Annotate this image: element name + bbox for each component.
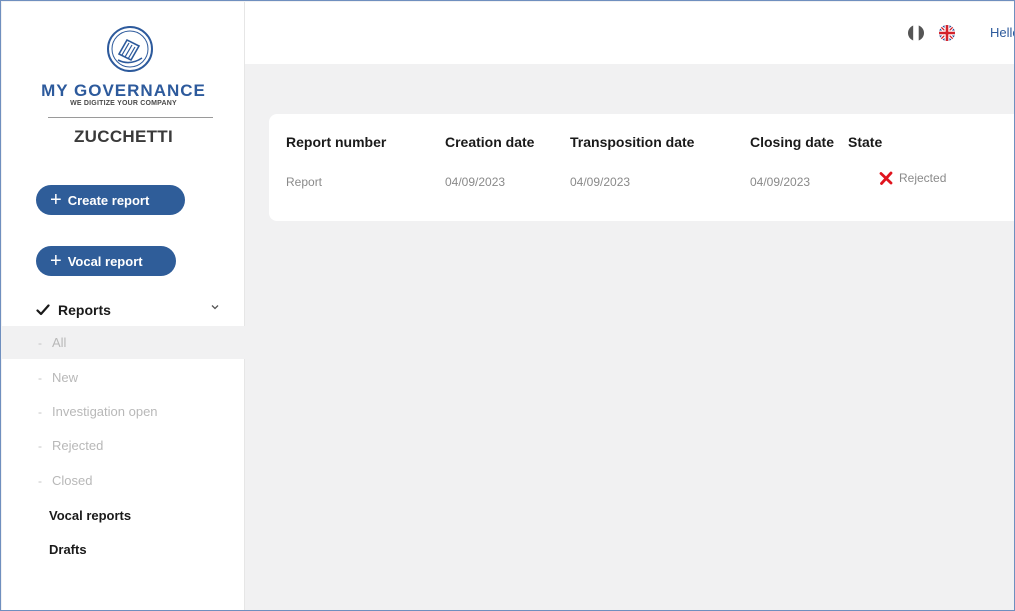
sidebar-item-closed[interactable]: - Closed [2,464,245,497]
sidebar-item-label: New [52,370,79,385]
plus-icon: + [50,250,62,272]
create-report-button[interactable]: + Create report [36,185,185,215]
cell-state: Rejected [879,171,946,185]
plus-icon: + [50,189,62,211]
checkmark-icon [36,304,50,316]
brand-logo-block: MY GOVERNANCE WE DIGITIZE YOUR COMPANY Z… [2,2,245,162]
red-x-icon [879,171,893,185]
sidebar: MY GOVERNANCE WE DIGITIZE YOUR COMPANY Z… [2,2,245,610]
sidebar-item-new[interactable]: - New [2,361,245,394]
chevron-down-icon [211,305,219,310]
italian-flag-icon[interactable] [907,24,925,42]
state-label: Rejected [899,171,947,185]
create-report-label: Create report [67,192,150,208]
column-header-creation-date[interactable]: Creation date [445,134,534,150]
sidebar-item-vocal-reports[interactable]: Vocal reports [49,508,131,523]
brand-name: MY GOVERNANCE [41,81,206,100]
sidebar-item-label: All [52,335,67,350]
company-name: ZUCCHETTI [73,127,174,146]
cell-creation-date: 04/09/2023 [445,175,506,189]
cell-report-number: Report [286,175,323,189]
book-emblem-icon [107,26,153,72]
sidebar-item-all[interactable]: - All [2,326,245,359]
reports-section-toggle[interactable]: Reports [36,298,226,322]
reports-section-label: Reports [58,302,111,318]
sidebar-item-rejected[interactable]: - Rejected [2,429,245,462]
vocal-report-label: Vocal report [67,253,143,269]
column-header-state[interactable]: State [848,134,882,150]
brand-tagline: WE DIGITIZE YOUR COMPANY [70,100,177,107]
uk-flag-icon[interactable] [938,24,956,42]
sidebar-item-label: Investigation open [52,404,158,419]
sidebar-item-label: Rejected [52,438,104,453]
cell-transposition-date: 04/09/2023 [570,175,631,189]
column-header-closing-date[interactable]: Closing date [750,134,834,150]
column-header-report-number[interactable]: Report number [286,134,386,150]
top-bar: Hello [245,2,1014,64]
sidebar-item-label: Closed [52,473,93,488]
column-header-transposition-date[interactable]: Transposition date [570,134,694,150]
reports-table: Report number Creation date Transpositio… [269,114,1014,221]
app-window: MY GOVERNANCE WE DIGITIZE YOUR COMPANY Z… [0,0,1015,611]
sidebar-item-investigation-open[interactable]: - Investigation open [2,395,245,428]
cell-closing-date: 04/09/2023 [750,175,811,189]
user-greeting[interactable]: Hello [990,25,1014,40]
vocal-report-button[interactable]: + Vocal report [36,246,176,276]
brand-divider [48,117,213,118]
sidebar-item-drafts[interactable]: Drafts [49,542,87,557]
